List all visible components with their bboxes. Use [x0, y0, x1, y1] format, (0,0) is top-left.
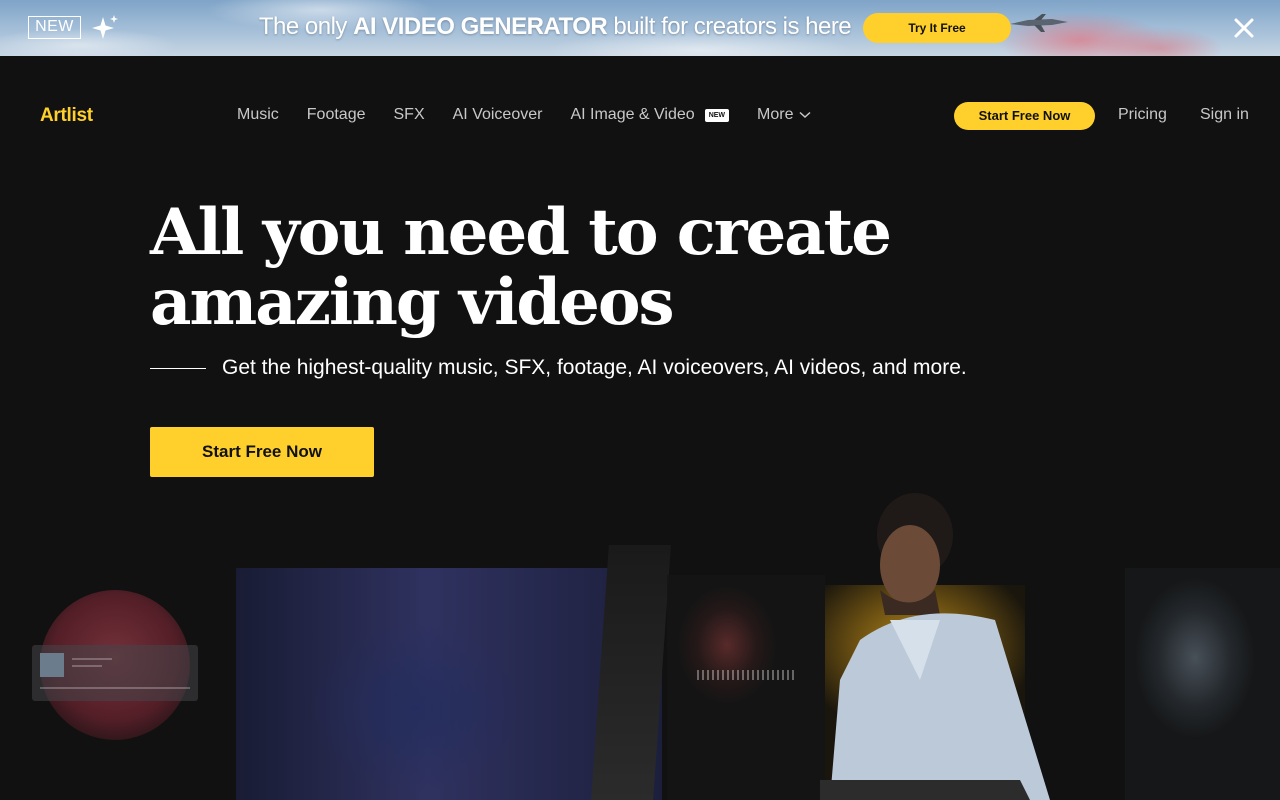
start-free-now-hero-button[interactable]: Start Free Now: [150, 427, 374, 477]
promo-banner: NEW The only AI VIDEO GENERATOR built fo…: [0, 0, 1280, 56]
top-navigation: Artlist Music Footage SFX AI Voiceover A…: [0, 56, 1280, 176]
close-icon[interactable]: [1232, 16, 1256, 40]
chevron-down-icon: [799, 111, 811, 119]
nav-link-label: AI Image & Video: [570, 106, 695, 123]
track-artist-placeholder: [72, 665, 102, 667]
hero-title-line-2: amazing videos: [150, 265, 675, 340]
nav-link-ai-voiceover[interactable]: AI Voiceover: [453, 106, 543, 124]
nav-link-label: More: [757, 106, 794, 123]
nav-link-sfx[interactable]: SFX: [394, 106, 425, 124]
track-thumbnail: [40, 653, 64, 677]
music-player-card: [32, 645, 198, 701]
nav-link-ai-image-video[interactable]: AI Image & Video NEW: [570, 106, 730, 124]
new-badge: NEW: [704, 108, 730, 122]
start-free-now-nav-button[interactable]: Start Free Now: [954, 102, 1095, 130]
artlist-logo[interactable]: Artlist: [40, 105, 93, 127]
nav-links: Music Footage SFX AI Voiceover AI Image …: [237, 106, 839, 124]
nav-link-footage[interactable]: Footage: [307, 106, 366, 124]
audio-waveform: [697, 670, 797, 680]
hero-subtitle: Get the highest-quality music, SFX, foot…: [222, 356, 967, 379]
nav-link-pricing[interactable]: Pricing: [1118, 106, 1167, 124]
creator-at-desk-illustration: [820, 493, 1050, 800]
nav-link-sign-in[interactable]: Sign in: [1200, 106, 1249, 124]
track-title-placeholder: [72, 658, 112, 660]
try-it-free-button[interactable]: Try It Free: [863, 13, 1011, 43]
jet-illustration: [1010, 14, 1068, 32]
track-waveform-placeholder: [40, 687, 190, 689]
hero-title: All you need to create amazing videos: [150, 198, 910, 338]
portrait-video-tile: [667, 575, 825, 800]
nav-link-music[interactable]: Music: [237, 106, 279, 124]
hero-divider: [150, 368, 206, 369]
hero-title-line-1: All you need to create: [150, 195, 892, 270]
hero-collage: [0, 480, 1280, 800]
nav-link-more[interactable]: More: [757, 106, 811, 124]
